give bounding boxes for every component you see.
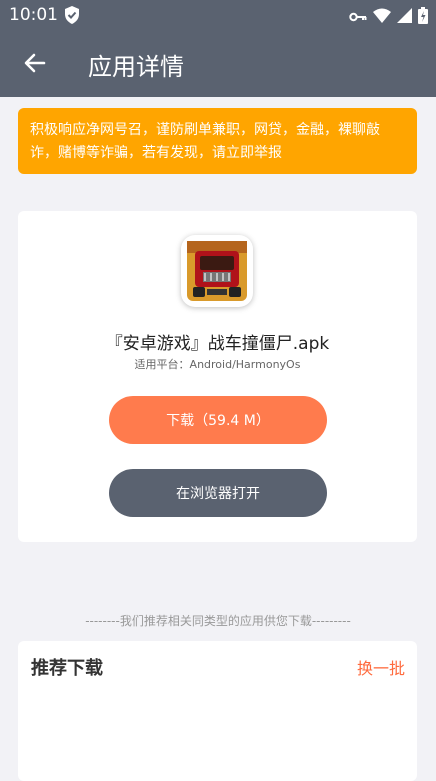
app-platform: 适用平台：Android/HarmonyOs: [134, 358, 301, 371]
app-icon: [181, 235, 253, 307]
signal-icon: [397, 8, 412, 27]
back-arrow-icon[interactable]: [22, 50, 48, 76]
vpn-key-icon: [349, 8, 367, 27]
page-title: 应用详情: [88, 53, 184, 81]
download-button[interactable]: 下载（59.4 M）: [109, 396, 327, 444]
app-bar: 应用详情: [0, 30, 436, 97]
refresh-button[interactable]: 换一批: [357, 655, 405, 679]
status-bar: 10:01: [0, 0, 436, 30]
shield-check-icon: [63, 5, 81, 29]
warning-notice: 积极响应净网号召，谨防刷单兼职，网贷，金融，裸聊敲诈，赌博等诈骗，若有发现，请立…: [18, 108, 417, 174]
app-detail-card: 『安卓游戏』战车撞僵尸.apk 适用平台：Android/HarmonyOs 下…: [18, 211, 417, 542]
app-filename: 『安卓游戏』战车撞僵尸.apk: [105, 334, 330, 354]
battery-icon: [418, 7, 428, 28]
wifi-icon: [373, 8, 391, 27]
status-time: 10:01: [9, 5, 58, 25]
recommend-card: 推荐下载 换一批: [18, 641, 417, 781]
recommend-hint: --------我们推荐相关同类型的应用供您下载---------: [85, 614, 351, 628]
open-in-browser-button[interactable]: 在浏览器打开: [109, 469, 327, 517]
recommend-title: 推荐下载: [31, 658, 103, 679]
